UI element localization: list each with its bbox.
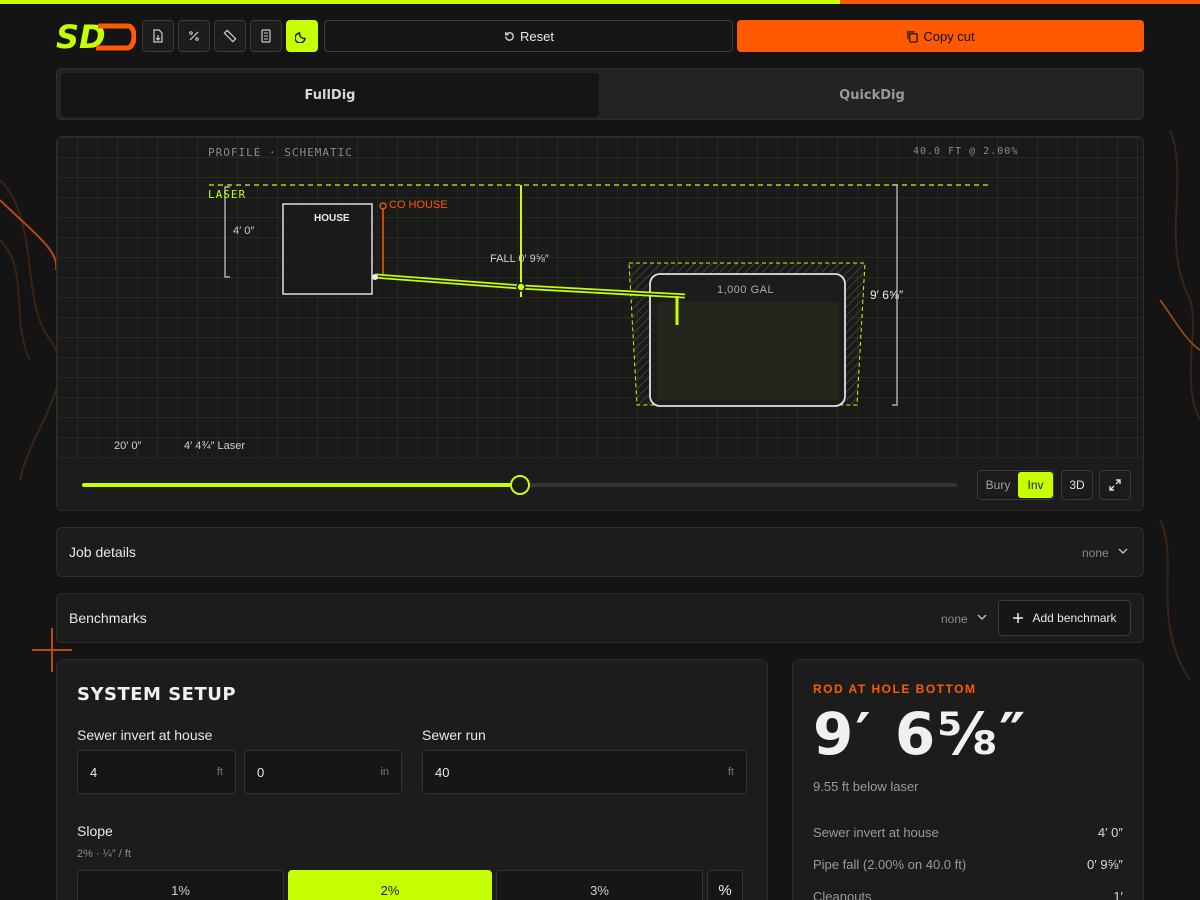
run-label: Sewer run [422, 727, 486, 743]
add-benchmark-label: Add benchmark [1032, 611, 1117, 625]
sewer-run-unit: ft [727, 766, 734, 778]
logo: SD [56, 20, 136, 52]
laser-label: LASER [208, 188, 247, 201]
progress-fill [0, 0, 840, 4]
slope-option-1[interactable]: 1% [77, 870, 284, 900]
reset-icon [505, 31, 514, 41]
run-distance-label: 20′ 0″ [114, 440, 142, 452]
copy-icon [907, 30, 919, 43]
pipe-start-node [372, 274, 378, 280]
result-row-label: Cleanouts [813, 889, 872, 900]
header: SD Reset Copy cut [56, 20, 1144, 52]
invert-feet-value: 4 [90, 764, 98, 780]
result-row-value: 4′ 0″ [1097, 825, 1123, 840]
schematic-canvas [57, 137, 1143, 457]
fullscreen-button[interactable] [1099, 470, 1131, 500]
theme-toggle-button[interactable] [286, 20, 318, 52]
invert-inches-field[interactable]: 0 in [244, 750, 402, 794]
house-label: HOUSE [314, 213, 350, 224]
bury-inv-toggle: Bury Inv [977, 470, 1054, 500]
mode-tabs: FullDig QuickDig [56, 68, 1144, 120]
3d-button[interactable]: 3D [1061, 470, 1093, 500]
sewer-run-field[interactable]: 40 ft [422, 750, 747, 794]
rod-reading-value: 9′ 6⅝″ [813, 700, 1028, 768]
result-row-value: 1′ [1113, 889, 1123, 900]
setup-title: SYSTEM SETUP [77, 684, 237, 705]
system-setup-panel: SYSTEM SETUP Sewer invert at house 4 ft … [56, 659, 768, 900]
ruler-button[interactable] [214, 20, 246, 52]
copy-label: Copy cut [923, 28, 975, 44]
rod-node [516, 282, 526, 292]
file-export-icon [153, 29, 163, 43]
invert-inches-unit: in [380, 766, 389, 778]
job-details-section[interactable]: Job details none [56, 527, 1144, 577]
tab-quickdig[interactable]: QuickDig [603, 73, 1141, 117]
result-row-value: 0′ 9⅝″ [1087, 857, 1123, 872]
chevron-down-icon [977, 614, 987, 620]
benchmarks-title: Benchmarks [69, 610, 147, 626]
position-slider[interactable] [82, 475, 957, 495]
percent-icon [189, 31, 199, 41]
invert-feet-field[interactable]: 4 ft [77, 750, 236, 794]
below-laser-text: 9.55 ft below laser [813, 779, 919, 794]
benchmarks-section[interactable]: Benchmarks none Add benchmark [56, 593, 1144, 643]
schematic-title: PROFILE · SCHEMATIC [208, 146, 353, 159]
profile-schematic: PROFILE · SCHEMATIC 40.0 FT @ 2.00% LASE… [56, 136, 1144, 511]
fall-label: FALL 0′ 9⅝″ [490, 253, 549, 265]
slope-option-3[interactable]: 3% [496, 870, 703, 900]
slope-label: Slope [77, 823, 113, 839]
house-depth-label: 4′ 0″ [233, 225, 255, 237]
slope-sub-label: 2% · ¼″ / ft [77, 848, 132, 860]
result-row-label: Pipe fall (2.00% on 40.0 ft) [813, 857, 967, 872]
invert-feet-unit: ft [216, 766, 223, 778]
result-row: Sewer invert at house 4′ 0″ [813, 825, 1123, 840]
copy-cut-button[interactable]: Copy cut [737, 20, 1144, 52]
expand-icon [1109, 479, 1121, 491]
tank-label: 1,000 GAL [717, 284, 775, 296]
invert-label: Sewer invert at house [77, 727, 213, 743]
ruler-icon [223, 29, 237, 43]
result-row: Cleanouts 1′ [813, 889, 1123, 900]
sewer-run-value: 40 [435, 764, 450, 780]
moon-icon [295, 32, 306, 43]
job-details-title: Job details [69, 544, 136, 560]
slider-fill [82, 483, 520, 487]
percent-button[interactable] [178, 20, 210, 52]
chevron-down-icon [1118, 548, 1128, 554]
result-row-label: Sewer invert at house [813, 825, 939, 840]
slider-thumb[interactable] [509, 475, 530, 495]
cleanout-label: CO HOUSE [389, 199, 448, 211]
result-panel: ROD AT HOLE BOTTOM 9′ 6⅝″ 9.55 ft below … [792, 659, 1144, 900]
slope-custom-button[interactable]: % [707, 870, 743, 900]
export-button[interactable] [142, 20, 174, 52]
job-details-meta: none [1082, 546, 1109, 560]
bury-button[interactable]: Bury [979, 472, 1017, 498]
result-row: Pipe fall (2.00% on 40.0 ft) 0′ 9⅝″ [813, 857, 1123, 872]
inv-button[interactable]: Inv [1018, 472, 1053, 498]
add-benchmark-button[interactable]: Add benchmark [998, 600, 1131, 636]
schematic-summary: 40.0 FT @ 2.00% [913, 146, 1019, 157]
tank-depth-label: 9′ 6⅝″ [870, 288, 904, 302]
reset-button[interactable]: Reset [324, 20, 733, 52]
calculator-button[interactable] [250, 20, 282, 52]
invert-inches-value: 0 [257, 764, 265, 780]
calculator-icon [261, 29, 271, 43]
benchmarks-meta: none [941, 612, 968, 626]
view-controls: Bury Inv 3D [57, 457, 1143, 510]
tab-fulldig[interactable]: FullDig [61, 73, 599, 117]
result-kicker: ROD AT HOLE BOTTOM [813, 682, 977, 696]
laser-reading-label: 4′ 4¾″ Laser [184, 440, 245, 452]
plus-icon [1013, 613, 1024, 623]
slope-option-2[interactable]: 2% [288, 870, 492, 900]
tank-fill [657, 302, 839, 400]
progress-bar [0, 0, 1200, 4]
reset-label: Reset [520, 28, 554, 44]
